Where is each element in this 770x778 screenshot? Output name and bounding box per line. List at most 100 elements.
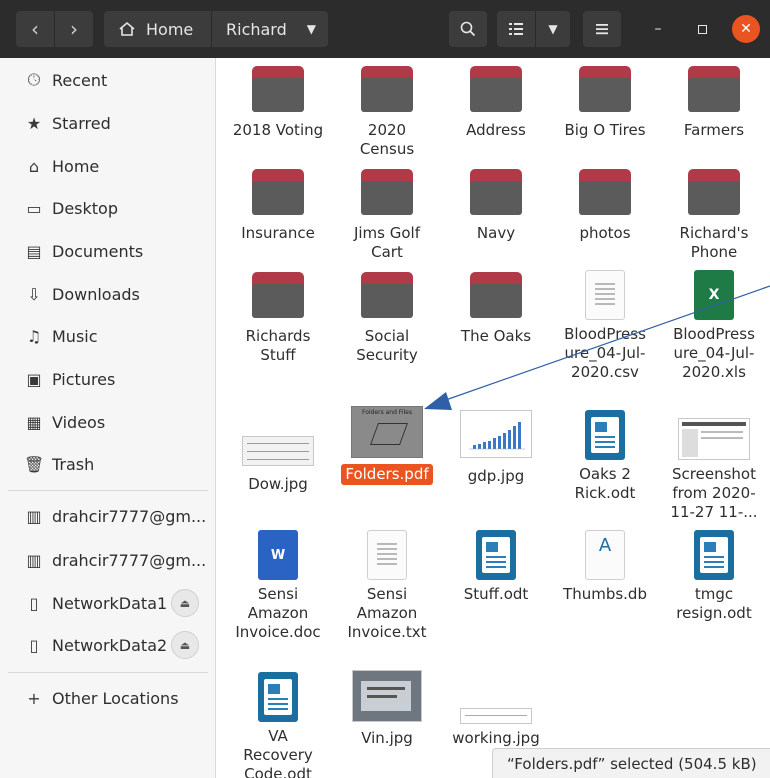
file-label: Richard's Phone xyxy=(679,224,749,261)
file-item[interactable]: 2020 Census xyxy=(332,66,442,160)
sidebar-item-trash[interactable]: 🗑︎ Trash xyxy=(0,444,215,484)
breadcrumb-current-label: Richard xyxy=(226,19,287,39)
spreadsheet-badge: X xyxy=(708,287,720,303)
file-item[interactable]: Richard's Phone xyxy=(659,169,769,263)
document-icon xyxy=(476,530,516,580)
menu-button[interactable] xyxy=(583,11,621,47)
sidebar-item-networkdata2[interactable]: ▯ NetworkData2 ⏏ xyxy=(0,625,215,665)
minimize-button[interactable]: – xyxy=(644,15,672,43)
file-item[interactable]: Farmers xyxy=(659,66,769,141)
back-button[interactable]: ‹ xyxy=(16,11,54,47)
file-item[interactable]: Screenshot from 2020-11-27 11-... xyxy=(659,418,769,523)
file-item[interactable]: working.jpg xyxy=(441,670,551,749)
file-item[interactable]: photos xyxy=(550,169,660,244)
file-label: Thumbs.db xyxy=(563,585,647,603)
music-icon: ♫ xyxy=(26,326,42,346)
close-icon: ✕ xyxy=(740,21,752,37)
file-label: Navy xyxy=(476,224,516,242)
file-label: Big O Tires xyxy=(564,121,646,139)
status-bar: “Folders.pdf” selected (504.5 kB) xyxy=(492,748,770,778)
document-icon xyxy=(694,530,734,580)
sidebar-item-videos[interactable]: ▦ Videos xyxy=(0,402,215,442)
file-item[interactable]: gdp.jpg xyxy=(441,410,551,487)
close-button[interactable]: ✕ xyxy=(732,15,760,43)
eject-button[interactable]: ⏏ xyxy=(171,589,199,617)
maximize-button[interactable] xyxy=(688,15,716,43)
breadcrumb-current[interactable]: Richard ▼ xyxy=(212,11,328,47)
word-document-icon: W xyxy=(258,530,298,580)
list-view-icon xyxy=(509,23,523,35)
file-item[interactable]: VA Recovery Code.odt xyxy=(223,672,333,778)
file-item[interactable]: BloodPressure_04-Jul-2020.csv xyxy=(550,270,660,383)
folder-icon xyxy=(579,169,631,215)
folder-icon xyxy=(361,169,413,215)
sidebar-item-label: Home xyxy=(52,156,100,176)
text-file-icon xyxy=(367,530,407,580)
eject-button[interactable]: ⏏ xyxy=(171,631,199,659)
sidebar-item-other-locations[interactable]: + Other Locations xyxy=(0,678,215,718)
file-item[interactable]: Jims Golf Cart xyxy=(332,169,442,263)
file-item[interactable]: Sensi Amazon Invoice.txt xyxy=(332,530,442,643)
file-item[interactable]: Richards Stuff xyxy=(223,272,333,366)
sidebar-item-recent[interactable]: 🕓︎ Recent xyxy=(0,60,215,100)
file-label: BloodPressure_04-Jul-2020.xls xyxy=(673,325,755,381)
file-label: 2018 Voting xyxy=(232,121,324,139)
file-label: Jims Golf Cart xyxy=(353,224,421,261)
search-button[interactable] xyxy=(449,11,487,47)
sidebar-item-network-drive-2[interactable]: ▥ drahcir7777@gm... xyxy=(0,540,215,580)
search-icon xyxy=(460,21,476,37)
file-item[interactable]: W Sensi Amazon Invoice.doc xyxy=(223,530,333,643)
sidebar-item-starred[interactable]: ★ Starred xyxy=(0,103,215,143)
file-item[interactable]: Folders and Files Folders.pdf xyxy=(332,406,442,485)
file-label: gdp.jpg xyxy=(467,467,525,485)
folder-icon xyxy=(252,66,304,112)
view-toggle-button[interactable] xyxy=(497,11,535,47)
sidebar-item-network-drive-1[interactable]: ▥ drahcir7777@gm... xyxy=(0,496,215,536)
file-item[interactable]: Social Security xyxy=(332,272,442,366)
file-item[interactable]: Navy xyxy=(441,169,551,244)
download-icon: ⇩ xyxy=(27,284,41,304)
sidebar-item-downloads[interactable]: ⇩ Downloads xyxy=(0,274,215,314)
file-item[interactable]: The Oaks xyxy=(441,272,551,347)
home-icon: ⌂ xyxy=(28,156,40,176)
screenshot-thumbnail xyxy=(678,418,750,460)
trash-icon: 🗑︎ xyxy=(24,454,45,474)
sidebar-item-label: Recent xyxy=(52,70,108,90)
chevron-down-icon: ▼ xyxy=(306,22,316,36)
file-item[interactable]: 2018 Voting xyxy=(223,66,333,141)
file-label: Oaks 2 Rick.odt xyxy=(574,465,636,502)
network-drive-icon: ▥ xyxy=(26,506,42,526)
sidebar-item-documents[interactable]: ▤ Documents xyxy=(0,231,215,271)
folder-icon xyxy=(252,169,304,215)
breadcrumb-home[interactable]: Home xyxy=(104,11,211,47)
file-item[interactable]: Oaks 2 Rick.odt xyxy=(550,410,660,504)
file-item[interactable]: Big O Tires xyxy=(550,66,660,141)
star-icon: ★ xyxy=(26,113,42,133)
file-item[interactable]: Vin.jpg xyxy=(332,670,442,749)
file-item[interactable]: Address xyxy=(441,66,551,141)
folder-icon xyxy=(361,272,413,318)
sidebar-item-music[interactable]: ♫ Music xyxy=(0,316,215,356)
folder-icon xyxy=(470,272,522,318)
forward-button[interactable]: › xyxy=(55,11,93,47)
sidebar-item-desktop[interactable]: ▭ Desktop xyxy=(0,188,215,228)
sidebar-item-label: Trash xyxy=(52,454,95,474)
file-item[interactable]: Insurance xyxy=(223,169,333,244)
sidebar-item-home[interactable]: ⌂ Home xyxy=(0,146,215,186)
sidebar-item-pictures[interactable]: ▣ Pictures xyxy=(0,359,215,399)
file-item[interactable]: Stuff.odt xyxy=(441,530,551,605)
file-item[interactable]: Dow.jpg xyxy=(223,410,333,495)
sidebar-item-networkdata1[interactable]: ▯ NetworkData1 ⏏ xyxy=(0,583,215,623)
sidebar-item-label: Downloads xyxy=(52,284,140,304)
photo-thumbnail xyxy=(352,670,422,722)
file-item[interactable]: A Thumbs.db xyxy=(550,530,660,605)
file-item[interactable]: tmgc resign.odt xyxy=(659,530,769,624)
view-options-button[interactable]: ▼ xyxy=(536,11,570,47)
sidebar-item-label: NetworkData2 xyxy=(52,635,168,655)
file-item[interactable]: X BloodPressure_04-Jul-2020.xls xyxy=(659,270,769,383)
document-icon xyxy=(258,672,298,722)
spreadsheet-icon: X xyxy=(694,270,734,320)
pdf-thumbnail-title: Folders and Files xyxy=(362,409,412,416)
sidebar-item-label: NetworkData1 xyxy=(52,593,168,613)
documents-icon: ▤ xyxy=(26,241,42,261)
